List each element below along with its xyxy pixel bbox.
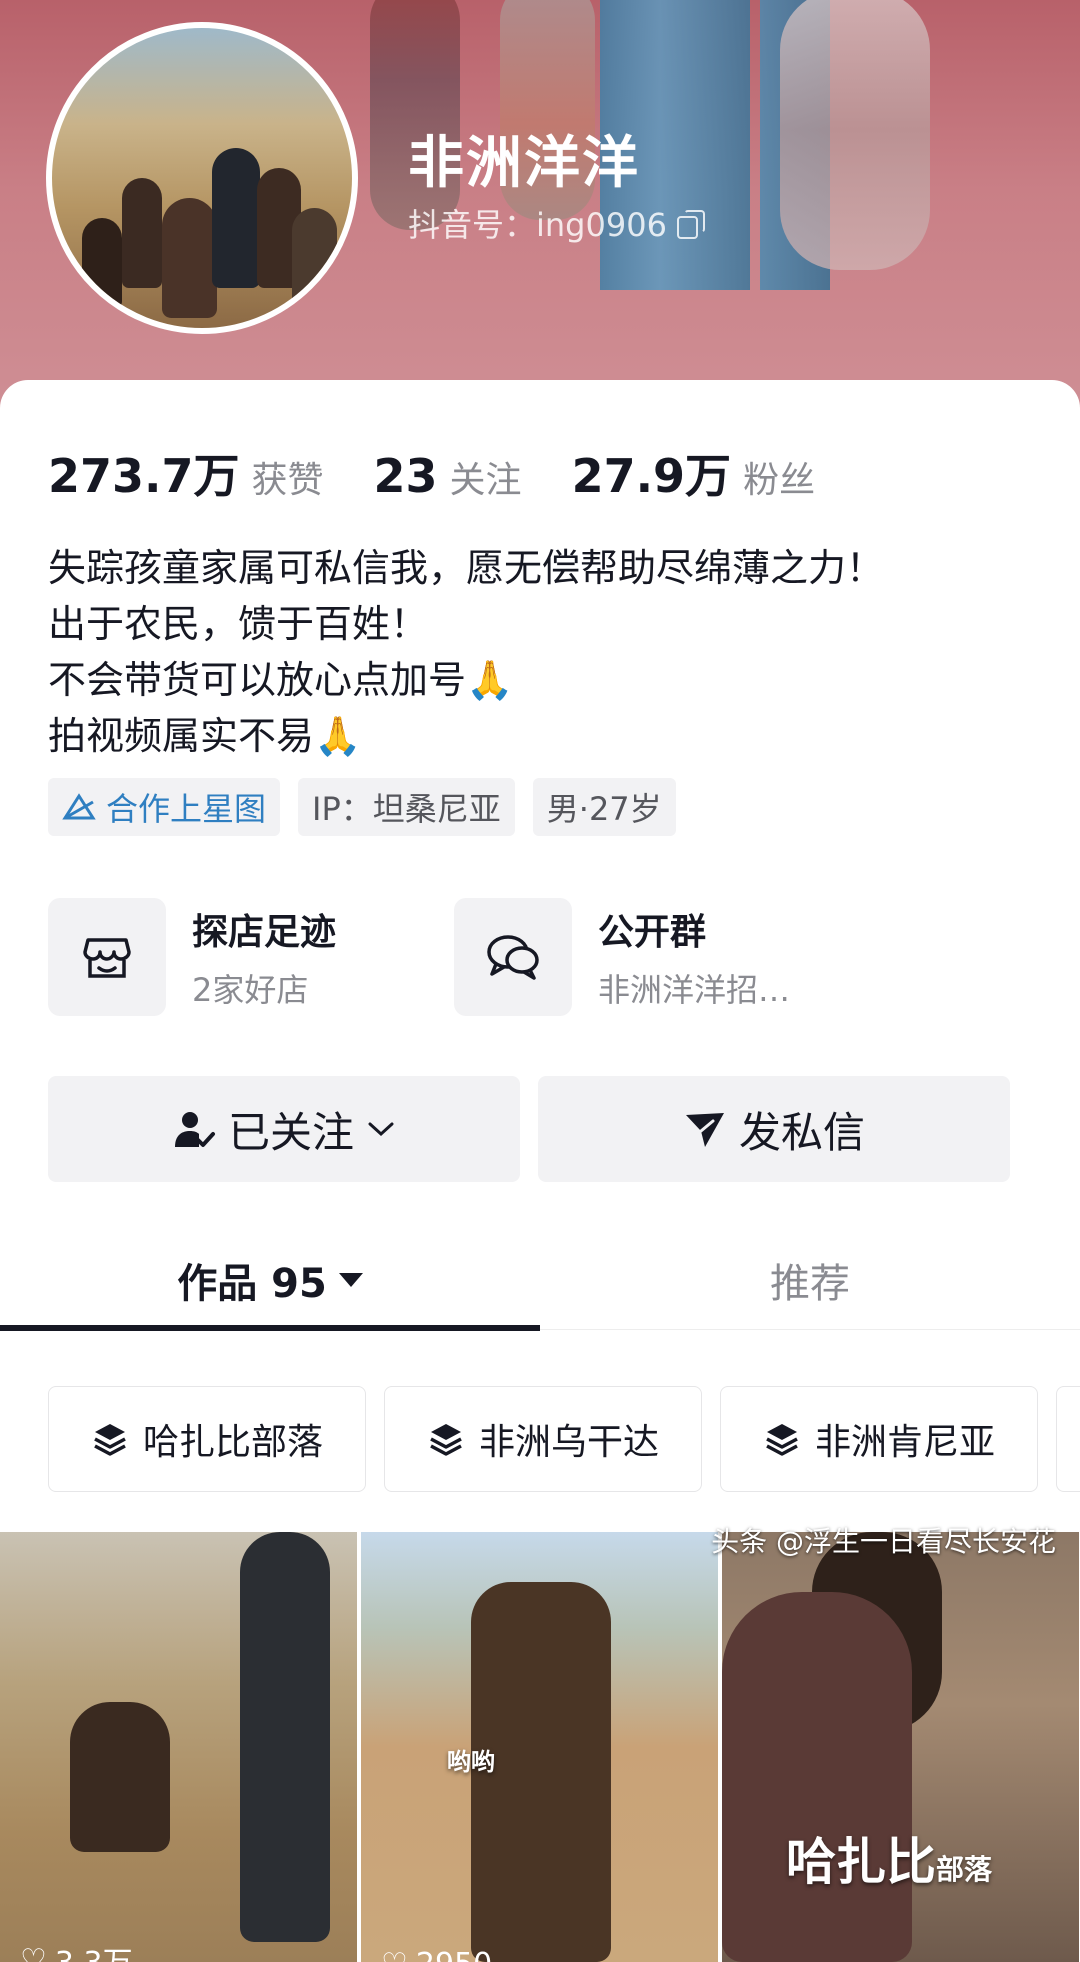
- nickname: 非洲洋洋: [408, 131, 640, 196]
- stat-value: 23: [373, 449, 438, 503]
- heart-icon: ♡: [20, 1942, 47, 1962]
- douyin-id[interactable]: 抖音号：ing0906: [408, 200, 705, 246]
- service-store-visits[interactable]: 探店足迹 2家好店: [48, 898, 416, 1016]
- bio-line: 拍视频属实不易🙏: [48, 714, 362, 758]
- collection-chip[interactable]: 非洲肯尼亚: [720, 1386, 1038, 1492]
- star-map-icon: [62, 793, 96, 820]
- service-title: 公开群: [598, 912, 707, 953]
- stat-likes[interactable]: 273.7万 获赞: [48, 440, 324, 506]
- profile-tags: 合作上星图 IP：坦桑尼亚 男·27岁: [48, 778, 676, 836]
- like-count-text: 3.3万: [55, 1938, 133, 1962]
- tab-works[interactable]: 作品 95: [0, 1230, 540, 1331]
- bio-line: 不会带货可以放心点加号🙏: [48, 658, 514, 702]
- service-title: 探店足迹: [192, 912, 337, 953]
- stat-label: 获赞: [251, 460, 324, 501]
- video-overlay-text: 哟哟: [447, 1748, 495, 1776]
- like-count: ♡ 2950: [381, 1947, 492, 1962]
- stats-row: 273.7万 获赞 23 关注 27.9万 粉丝: [48, 440, 815, 506]
- collection-label: 非洲乌干达: [478, 1422, 659, 1463]
- avatar[interactable]: [46, 22, 358, 334]
- caret-down-icon: [338, 1272, 363, 1287]
- collections-row: 哈扎比部落 非洲乌干达 非洲肯尼亚: [48, 1386, 1080, 1492]
- star-map-tag[interactable]: 合作上星图: [48, 778, 281, 836]
- collection-label: 非洲肯尼亚: [814, 1422, 995, 1463]
- followed-label: 已关注: [227, 1107, 354, 1157]
- stat-label: 粉丝: [743, 460, 816, 501]
- send-message-label: 发私信: [738, 1107, 865, 1157]
- profile-banner: 非洲洋洋 抖音号：ing0906: [0, 0, 1080, 420]
- bio-line: 失踪孩童家属可私信我，愿无偿帮助尽绵薄之力！: [48, 546, 885, 590]
- service-subtitle: 2家好店: [192, 971, 309, 1009]
- collection-chip[interactable]: 非洲乌干达: [384, 1386, 702, 1492]
- avatar-person: [292, 208, 337, 308]
- stat-label: 关注: [449, 460, 522, 501]
- like-count: ♡ 3.3万: [20, 1938, 133, 1962]
- service-subtitle: 非洲洋洋招…: [598, 971, 791, 1009]
- stat-followers[interactable]: 27.9万 粉丝: [572, 440, 816, 506]
- heart-icon: ♡: [381, 1947, 408, 1962]
- person-check-icon: [174, 1112, 215, 1147]
- video-thumbnail[interactable]: ♡ 3.3万: [0, 1532, 357, 1962]
- thumbnail-person: [722, 1592, 912, 1962]
- video-overlay-text: 哈扎比部落: [786, 1822, 992, 1894]
- gender-age-tag: 男·27岁: [532, 778, 676, 836]
- avatar-person: [212, 148, 260, 288]
- video-thumbnail[interactable]: 哈扎比部落: [722, 1532, 1079, 1962]
- avatar-person: [122, 178, 162, 288]
- content-tabs: 作品 95 推荐: [0, 1230, 1080, 1331]
- star-map-label: 合作上星图: [106, 790, 267, 828]
- tab-recommend[interactable]: 推荐: [540, 1230, 1080, 1329]
- banner-person-figure: [780, 0, 930, 270]
- video-overlay-title: 哈扎比: [786, 1833, 936, 1891]
- thumbnail-person: [240, 1532, 330, 1942]
- store-icon: [48, 898, 166, 1016]
- watermark: 头条 @浮生一日看尽长安花: [711, 1525, 1056, 1558]
- services-row: 探店足迹 2家好店 公开群 非洲洋洋招…: [48, 898, 822, 1016]
- like-count-text: 2950: [416, 1947, 492, 1962]
- tab-recommend-label: 推荐: [770, 1260, 850, 1307]
- video-overlay-subtitle: 部落: [936, 1853, 993, 1886]
- send-plane-icon: [685, 1113, 724, 1147]
- profile-card: 273.7万 获赞 23 关注 27.9万 粉丝 失踪孩童家属可私信我，愿无偿帮…: [0, 380, 1080, 1962]
- bio-line: 出于农民，馈于百姓！: [48, 602, 429, 646]
- tab-works-label: 作品 95: [177, 1260, 327, 1307]
- layers-icon: [766, 1424, 798, 1456]
- layers-icon: [94, 1424, 126, 1456]
- followed-button[interactable]: 已关注: [48, 1076, 520, 1182]
- ip-location-tag: IP：坦桑尼亚: [298, 778, 515, 836]
- chat-bubbles-icon: [454, 898, 572, 1016]
- service-public-group[interactable]: 公开群 非洲洋洋招…: [454, 898, 822, 1016]
- collection-chip-partial[interactable]: [1056, 1386, 1080, 1492]
- video-grid: ♡ 3.3万 哟哟 ♡ 2950 哈扎比部落: [0, 1532, 1080, 1962]
- action-buttons: 已关注 发私信: [48, 1076, 1010, 1182]
- stat-value: 273.7万: [48, 449, 240, 503]
- layers-icon: [430, 1424, 462, 1456]
- avatar-person: [162, 198, 217, 318]
- send-message-button[interactable]: 发私信: [538, 1076, 1010, 1182]
- copy-icon[interactable]: [676, 210, 705, 239]
- avatar-person: [82, 218, 122, 308]
- stat-value: 27.9万: [571, 449, 732, 503]
- thumbnail-person: [70, 1702, 170, 1852]
- douyin-id-text: 抖音号：ing0906: [408, 206, 667, 244]
- stat-following[interactable]: 23 关注: [374, 449, 522, 503]
- collection-chip[interactable]: 哈扎比部落: [48, 1386, 366, 1492]
- video-thumbnail[interactable]: 哟哟 ♡ 2950: [361, 1532, 718, 1962]
- chevron-down-icon: [368, 1122, 394, 1137]
- bio: 失踪孩童家属可私信我，愿无偿帮助尽绵薄之力！ 出于农民，馈于百姓！ 不会带货可以…: [48, 540, 884, 764]
- collection-label: 哈扎比部落: [142, 1422, 323, 1463]
